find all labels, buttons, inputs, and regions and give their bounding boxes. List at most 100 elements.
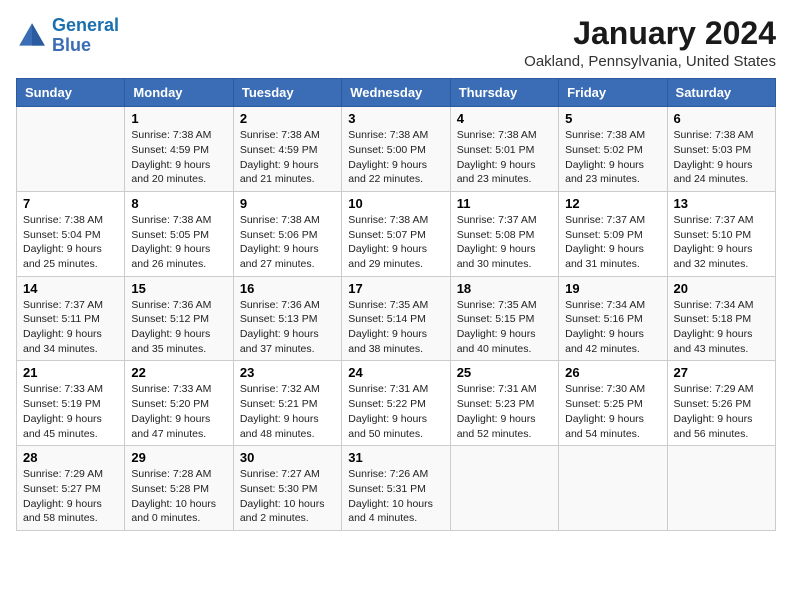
calendar-cell: 5Sunrise: 7:38 AMSunset: 5:02 PMDaylight… <box>559 107 667 192</box>
calendar-cell: 27 Sunrise: 7:29 AMSunset: 5:26 PMDayligh… <box>667 361 775 446</box>
day-detail: Sunrise: 7:38 AMSunset: 5:03 PMDaylight:… <box>674 128 769 187</box>
day-number: 28 <box>23 450 118 465</box>
day-number: 20 <box>674 281 769 296</box>
day-number: 22 <box>131 365 226 380</box>
calendar-cell: 12 Sunrise: 7:37 AMSunset: 5:09 PMDayligh… <box>559 191 667 276</box>
day-number: 19 <box>565 281 660 296</box>
day-number: 11 <box>457 196 552 211</box>
day-detail: Sunrise: 7:30 AMSunset: 5:25 PMDaylight:… <box>565 382 660 441</box>
month-title: January 2024 <box>524 16 776 51</box>
day-detail: Sunrise: 7:38 AMSunset: 5:06 PMDaylight:… <box>240 213 335 272</box>
day-detail: Sunrise: 7:29 AMSunset: 5:26 PMDaylight:… <box>674 382 769 441</box>
day-number: 9 <box>240 196 335 211</box>
day-number: 12 <box>565 196 660 211</box>
calendar-cell: 7 Sunrise: 7:38 AMSunset: 5:04 PMDaylight… <box>17 191 125 276</box>
calendar-cell: 25 Sunrise: 7:31 AMSunset: 5:23 PMDayligh… <box>450 361 558 446</box>
day-detail: Sunrise: 7:38 AMSunset: 5:01 PMDaylight:… <box>457 128 552 187</box>
day-number: 17 <box>348 281 443 296</box>
day-detail: Sunrise: 7:28 AMSunset: 5:28 PMDaylight:… <box>131 467 226 526</box>
day-detail: Sunrise: 7:34 AMSunset: 5:18 PMDaylight:… <box>674 298 769 357</box>
day-number: 4 <box>457 111 552 126</box>
calendar-cell: 3 Sunrise: 7:38 AMSunset: 5:00 PMDaylight… <box>342 107 450 192</box>
day-header-thursday: Thursday <box>450 79 558 107</box>
day-header-saturday: Saturday <box>667 79 775 107</box>
calendar-cell: 18Sunrise: 7:35 AMSunset: 5:15 PMDayligh… <box>450 276 558 361</box>
day-number: 29 <box>131 450 226 465</box>
page-header: General Blue January 2024 Oakland, Penns… <box>16 16 776 70</box>
day-detail: Sunrise: 7:38 AMSunset: 4:59 PMDaylight:… <box>131 128 226 187</box>
day-number: 6 <box>674 111 769 126</box>
day-detail: Sunrise: 7:38 AMSunset: 4:59 PMDaylight:… <box>240 128 335 187</box>
logo-line2: Blue <box>52 35 91 55</box>
day-number: 18 <box>457 281 552 296</box>
calendar-cell: 29 Sunrise: 7:28 AMSunset: 5:28 PMDayligh… <box>125 446 233 531</box>
day-number: 25 <box>457 365 552 380</box>
calendar-cell: 23Sunrise: 7:32 AMSunset: 5:21 PMDayligh… <box>233 361 341 446</box>
day-number: 5 <box>565 111 660 126</box>
calendar-cell: 20 Sunrise: 7:34 AMSunset: 5:18 PMDayligh… <box>667 276 775 361</box>
day-number: 13 <box>674 196 769 211</box>
day-number: 14 <box>23 281 118 296</box>
calendar-cell: 21 Sunrise: 7:33 AMSunset: 5:19 PMDayligh… <box>17 361 125 446</box>
day-header-friday: Friday <box>559 79 667 107</box>
day-number: 2 <box>240 111 335 126</box>
day-detail: Sunrise: 7:33 AMSunset: 5:19 PMDaylight:… <box>23 382 118 441</box>
logo: General Blue <box>16 16 119 56</box>
calendar-week-row: 28 Sunrise: 7:29 AMSunset: 5:27 PMDayligh… <box>17 446 776 531</box>
calendar-cell: 17 Sunrise: 7:35 AMSunset: 5:14 PMDayligh… <box>342 276 450 361</box>
day-detail: Sunrise: 7:31 AMSunset: 5:22 PMDaylight:… <box>348 382 443 441</box>
day-detail: Sunrise: 7:34 AMSunset: 5:16 PMDaylight:… <box>565 298 660 357</box>
calendar-header-row: SundayMondayTuesdayWednesdayThursdayFrid… <box>17 79 776 107</box>
day-number: 27 <box>674 365 769 380</box>
day-number: 7 <box>23 196 118 211</box>
calendar-cell: 30Sunrise: 7:27 AMSunset: 5:30 PMDayligh… <box>233 446 341 531</box>
day-detail: Sunrise: 7:37 AMSunset: 5:10 PMDaylight:… <box>674 213 769 272</box>
day-number: 23 <box>240 365 335 380</box>
day-detail: Sunrise: 7:31 AMSunset: 5:23 PMDaylight:… <box>457 382 552 441</box>
calendar-cell <box>667 446 775 531</box>
calendar-cell: 9 Sunrise: 7:38 AMSunset: 5:06 PMDaylight… <box>233 191 341 276</box>
day-detail: Sunrise: 7:35 AMSunset: 5:14 PMDaylight:… <box>348 298 443 357</box>
calendar-cell: 24 Sunrise: 7:31 AMSunset: 5:22 PMDayligh… <box>342 361 450 446</box>
calendar-cell: 13 Sunrise: 7:37 AMSunset: 5:10 PMDayligh… <box>667 191 775 276</box>
day-number: 3 <box>348 111 443 126</box>
day-header-monday: Monday <box>125 79 233 107</box>
day-detail: Sunrise: 7:36 AMSunset: 5:13 PMDaylight:… <box>240 298 335 357</box>
calendar-cell: 10 Sunrise: 7:38 AMSunset: 5:07 PMDayligh… <box>342 191 450 276</box>
day-detail: Sunrise: 7:37 AMSunset: 5:11 PMDaylight:… <box>23 298 118 357</box>
location: Oakland, Pennsylvania, United States <box>524 53 776 70</box>
day-number: 10 <box>348 196 443 211</box>
day-detail: Sunrise: 7:36 AMSunset: 5:12 PMDaylight:… <box>131 298 226 357</box>
day-detail: Sunrise: 7:29 AMSunset: 5:27 PMDaylight:… <box>23 467 118 526</box>
calendar-cell: 16 Sunrise: 7:36 AMSunset: 5:13 PMDayligh… <box>233 276 341 361</box>
day-number: 16 <box>240 281 335 296</box>
logo-icon <box>16 20 48 52</box>
day-header-tuesday: Tuesday <box>233 79 341 107</box>
calendar-cell: 14 Sunrise: 7:37 AMSunset: 5:11 PMDayligh… <box>17 276 125 361</box>
day-detail: Sunrise: 7:26 AMSunset: 5:31 PMDaylight:… <box>348 467 443 526</box>
day-detail: Sunrise: 7:33 AMSunset: 5:20 PMDaylight:… <box>131 382 226 441</box>
calendar-cell: 31 Sunrise: 7:26 AMSunset: 5:31 PMDayligh… <box>342 446 450 531</box>
calendar-cell: 19 Sunrise: 7:34 AMSunset: 5:16 PMDayligh… <box>559 276 667 361</box>
day-detail: Sunrise: 7:38 AMSunset: 5:07 PMDaylight:… <box>348 213 443 272</box>
day-header-sunday: Sunday <box>17 79 125 107</box>
day-detail: Sunrise: 7:38 AMSunset: 5:05 PMDaylight:… <box>131 213 226 272</box>
calendar-cell <box>17 107 125 192</box>
day-number: 26 <box>565 365 660 380</box>
day-number: 21 <box>23 365 118 380</box>
calendar-cell: 1Sunrise: 7:38 AMSunset: 4:59 PMDaylight… <box>125 107 233 192</box>
calendar-cell: 6 Sunrise: 7:38 AMSunset: 5:03 PMDaylight… <box>667 107 775 192</box>
day-number: 8 <box>131 196 226 211</box>
day-detail: Sunrise: 7:38 AMSunset: 5:00 PMDaylight:… <box>348 128 443 187</box>
day-number: 31 <box>348 450 443 465</box>
calendar-week-row: 21 Sunrise: 7:33 AMSunset: 5:19 PMDayligh… <box>17 361 776 446</box>
day-detail: Sunrise: 7:38 AMSunset: 5:04 PMDaylight:… <box>23 213 118 272</box>
day-detail: Sunrise: 7:37 AMSunset: 5:09 PMDaylight:… <box>565 213 660 272</box>
day-number: 30 <box>240 450 335 465</box>
calendar-cell <box>450 446 558 531</box>
day-number: 24 <box>348 365 443 380</box>
title-block: January 2024 Oakland, Pennsylvania, Unit… <box>524 16 776 70</box>
calendar-week-row: 14 Sunrise: 7:37 AMSunset: 5:11 PMDayligh… <box>17 276 776 361</box>
calendar-cell: 22 Sunrise: 7:33 AMSunset: 5:20 PMDayligh… <box>125 361 233 446</box>
calendar-cell: 8 Sunrise: 7:38 AMSunset: 5:05 PMDaylight… <box>125 191 233 276</box>
